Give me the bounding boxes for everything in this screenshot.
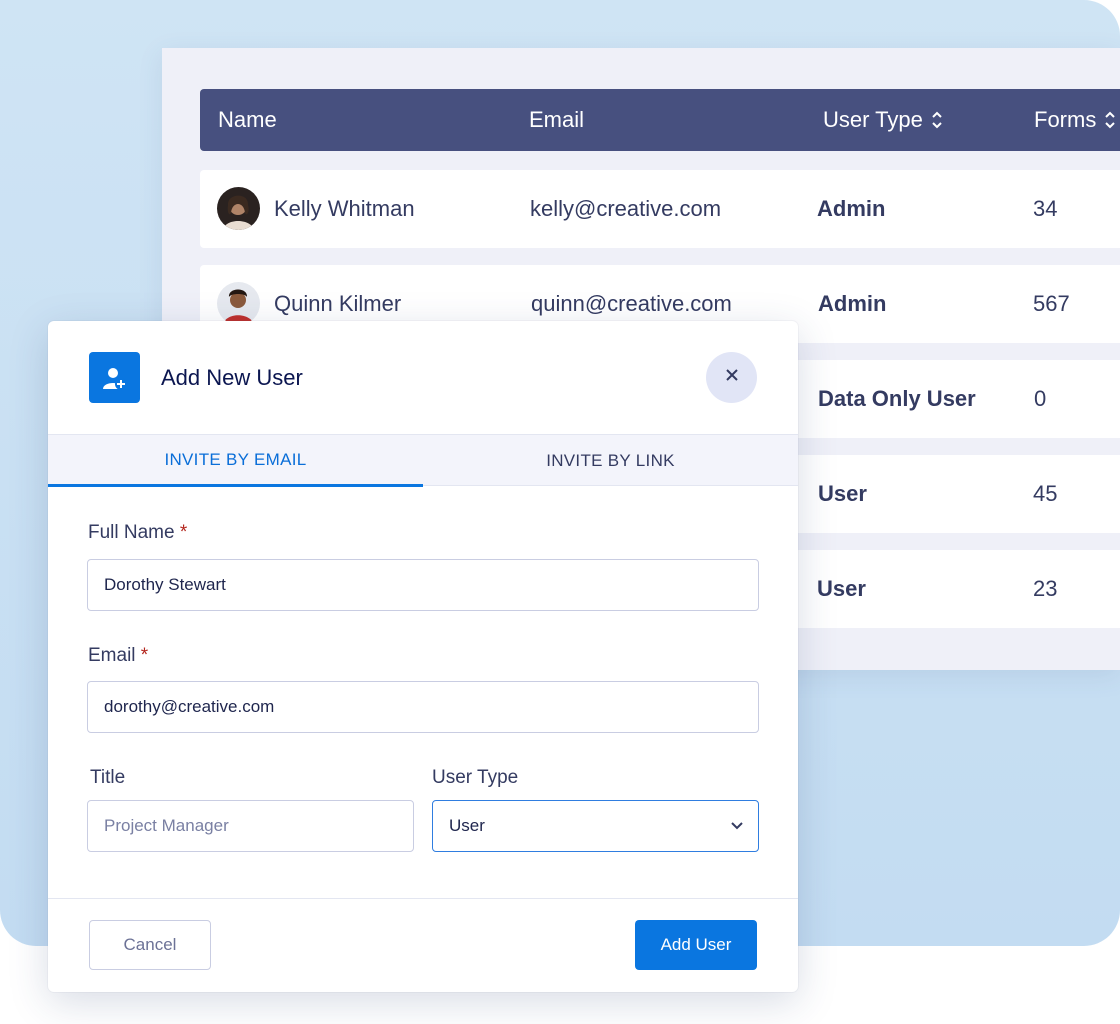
- invite-tabs: INVITE BY EMAIL INVITE BY LINK: [48, 434, 798, 487]
- table-row[interactable]: Kelly Whitman kelly@creative.com Admin 3…: [200, 170, 1120, 248]
- user-type: Admin: [818, 291, 887, 316]
- forms-count: 34: [1033, 196, 1058, 221]
- user-type-select[interactable]: User: [432, 800, 759, 852]
- tab-invite-by-email[interactable]: INVITE BY EMAIL: [48, 435, 423, 487]
- title-label: Title: [90, 767, 126, 788]
- user-type: Data Only User: [818, 386, 976, 411]
- user-type: User: [817, 576, 866, 601]
- modal-header: Add New User: [48, 321, 798, 434]
- add-user-modal: Add New User INVITE BY EMAIL INVITE BY L…: [48, 321, 798, 992]
- full-name-field[interactable]: Dorothy Stewart: [87, 559, 759, 611]
- add-user-icon: [89, 352, 140, 403]
- required-mark: *: [179, 522, 188, 543]
- modal-title: Add New User: [161, 365, 303, 390]
- column-header-email: Email: [529, 107, 585, 132]
- column-header-user-type[interactable]: User Type: [823, 89, 943, 151]
- email-label: Email *: [88, 645, 149, 666]
- forms-count: 23: [1033, 576, 1058, 601]
- add-user-button[interactable]: Add User: [635, 920, 757, 970]
- avatar: [217, 282, 260, 325]
- user-name: Kelly Whitman: [274, 196, 415, 221]
- sort-icon: [931, 110, 943, 130]
- cancel-button[interactable]: Cancel: [89, 920, 211, 970]
- user-type: User: [818, 481, 867, 506]
- users-table-header: Name Email User Type Forms: [200, 89, 1120, 151]
- tab-invite-by-link[interactable]: INVITE BY LINK: [423, 435, 798, 486]
- user-email: kelly@creative.com: [530, 196, 722, 221]
- close-icon: [725, 368, 739, 387]
- sort-icon: [1104, 110, 1116, 130]
- title-field[interactable]: Project Manager: [87, 800, 414, 852]
- forms-count: 0: [1034, 386, 1047, 411]
- forms-count: 567: [1033, 291, 1070, 316]
- email-field[interactable]: dorothy@creative.com: [87, 681, 759, 733]
- modal-footer: Cancel Add User: [48, 898, 798, 992]
- avatar: [217, 187, 260, 230]
- required-mark: *: [140, 645, 149, 666]
- chevron-down-icon: [730, 816, 744, 836]
- column-header-forms[interactable]: Forms: [1034, 89, 1116, 151]
- close-button[interactable]: [706, 352, 757, 403]
- user-type: Admin: [817, 196, 886, 221]
- column-header-name: Name: [218, 107, 277, 132]
- full-name-label: Full Name *: [88, 522, 188, 543]
- user-type-label: User Type: [432, 767, 519, 788]
- forms-count: 45: [1033, 481, 1058, 506]
